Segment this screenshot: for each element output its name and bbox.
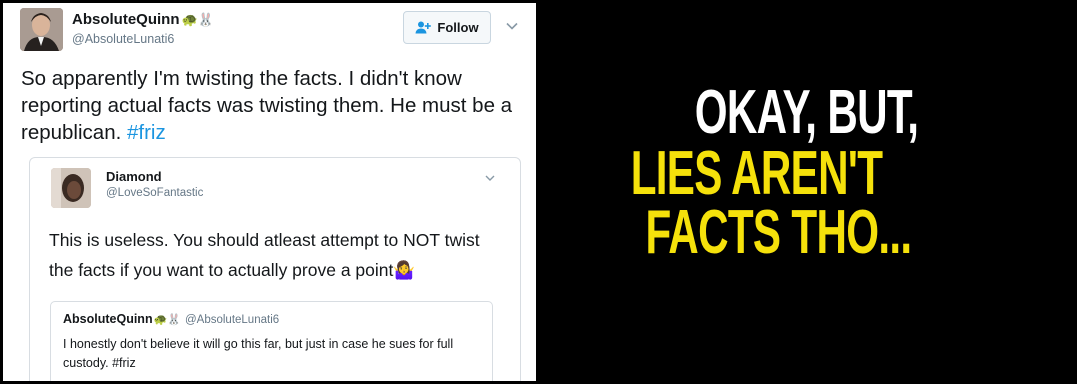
inner-author-name: AbsoluteQuinn [63,312,153,326]
author-name[interactable]: AbsoluteQuinn 🐢🐰 [72,11,214,28]
inner-author-handle: @AbsoluteLunati6 [184,314,280,326]
author-name-text: AbsoluteQuinn [72,11,180,28]
hashtag-link[interactable]: #friz [127,121,166,144]
meme-line-2: LIES AREN'T [630,139,883,208]
quoted-tweet-text: This is useless. You should atleast atte… [49,225,504,285]
shrug-emoji: 🤷‍♀️ [393,260,416,280]
quoted-author-handle: @LoveSoFantastic [106,187,204,199]
quoted-tweet-screenshot: Diamond @LoveSoFantastic This is useless… [29,157,521,381]
quoted-avatar-photo [51,168,91,208]
chevron-down-icon[interactable] [505,19,519,33]
follow-user-icon [415,21,432,34]
avatar-photo [20,8,63,51]
meme-caption-panel: OKAY, BUT, LIES AREN'T FACTS THO... [540,0,1077,384]
inner-tweet-text: I honestly don't believe it will go this… [63,337,454,370]
author-handle[interactable]: @AbsoluteLunati6 [72,32,174,46]
follow-label: Follow [437,20,479,35]
author-avatar[interactable] [20,8,63,51]
tweet-text: So apparently I'm twisting the facts. I … [21,65,526,146]
follow-button[interactable]: Follow [403,11,491,44]
quoted-chevron-down-icon [485,175,495,181]
tweet-body: So apparently I'm twisting the facts. I … [21,67,513,144]
author-name-emoji: 🐢🐰 [181,12,214,27]
meme-line-3: FACTS THO... [645,198,913,267]
meme-line-1: OKAY, BUT, [694,78,919,147]
inner-author-emoji: 🐢🐰 [153,314,181,326]
inner-quoted-tweet: AbsoluteQuinn🐢🐰 @AbsoluteLunati6 I honest… [50,301,493,381]
inner-tweet-header: AbsoluteQuinn🐢🐰 @AbsoluteLunati6 [63,312,279,326]
tweet-card: AbsoluteQuinn 🐢🐰 @AbsoluteLunati6 Follow … [3,3,536,381]
quoted-author-name: Diamond [106,169,162,184]
quoted-author-avatar [51,168,91,208]
